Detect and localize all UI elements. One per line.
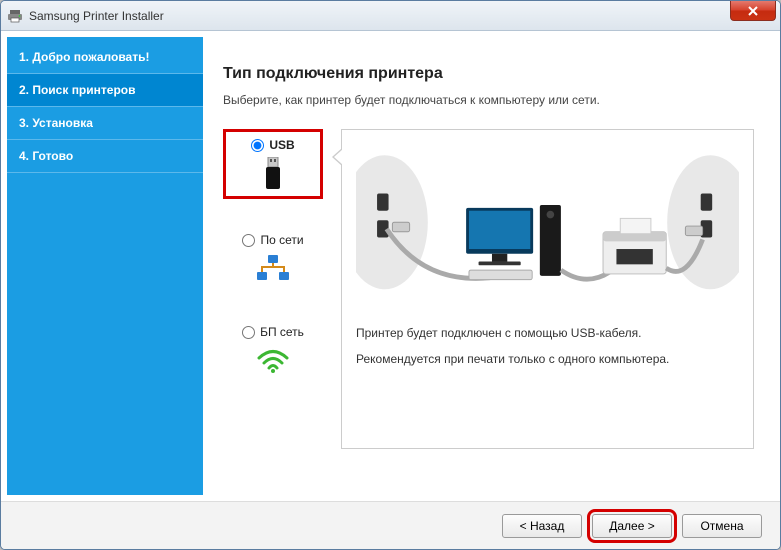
option-wireless[interactable]: БП сеть — [223, 319, 323, 383]
radio-usb[interactable] — [251, 139, 264, 152]
radio-wireless[interactable] — [242, 326, 255, 339]
page-heading: Тип подключения принтера — [223, 65, 754, 83]
wifi-icon — [256, 345, 290, 377]
next-button[interactable]: Далее > — [592, 514, 672, 538]
radio-network[interactable] — [242, 234, 255, 247]
label-network: По сети — [260, 233, 303, 247]
cancel-button[interactable]: Отмена — [682, 514, 762, 538]
back-button[interactable]: < Назад — [502, 514, 582, 538]
detail-panel: Принтер будет подключен с помощью USB-ка… — [341, 129, 754, 449]
description: Принтер будет подключен с помощью USB-ка… — [356, 326, 739, 366]
page-subtitle: Выберите, как принтер будет подключаться… — [223, 93, 754, 107]
printer-icon — [7, 8, 23, 24]
main-panel: Тип подключения принтера Выберите, как п… — [203, 37, 774, 495]
footer: < Назад Далее > Отмена — [1, 501, 780, 549]
body: 1. Добро пожаловать! 2. Поиск принтеров … — [1, 31, 780, 501]
step-done[interactable]: 4. Готово — [7, 140, 203, 173]
usb-icon — [262, 158, 284, 190]
desc-line2: Рекомендуется при печати только с одного… — [356, 352, 739, 366]
step-install[interactable]: 3. Установка — [7, 107, 203, 140]
connection-illustration — [356, 152, 739, 302]
step-welcome[interactable]: 1. Добро пожаловать! — [7, 41, 203, 74]
label-usb: USB — [269, 138, 294, 152]
option-network[interactable]: По сети — [223, 227, 323, 291]
connection-options: USB — [223, 129, 323, 449]
desc-line1: Принтер будет подключен с помощью USB-ка… — [356, 326, 739, 340]
titlebar: Samsung Printer Installer — [1, 1, 780, 31]
close-button[interactable] — [730, 1, 776, 21]
label-wireless: БП сеть — [260, 325, 304, 339]
network-icon — [255, 253, 291, 285]
sidebar: 1. Добро пожаловать! 2. Поиск принтеров … — [7, 37, 203, 495]
content-row: USB — [223, 129, 754, 449]
option-usb[interactable]: USB — [223, 129, 323, 199]
window-title: Samsung Printer Installer — [29, 9, 164, 23]
step-search[interactable]: 2. Поиск принтеров — [7, 74, 203, 107]
installer-window: Samsung Printer Installer 1. Добро пожал… — [0, 0, 781, 550]
